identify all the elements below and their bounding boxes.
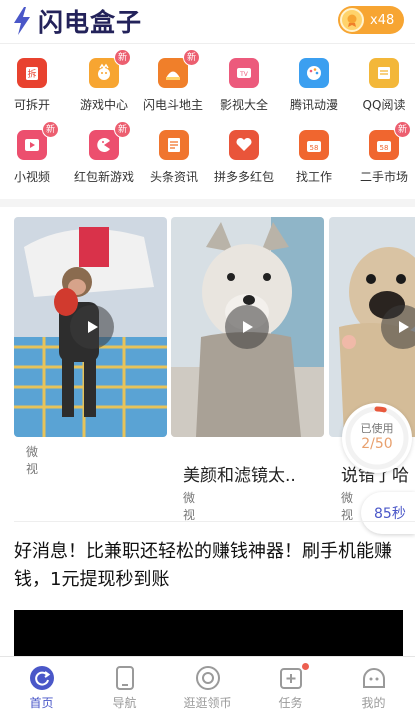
nav-label: 导航 [112,696,137,710]
heart-shopping-icon [229,130,259,160]
usage-progress-badge[interactable]: 已使用 2/50 [342,403,412,473]
app-name: 闪电盒子 [38,8,143,37]
coin-medal-icon [340,8,364,32]
news-headline[interactable]: 好消息！比兼职还轻松的赚钱神器！刷手机能赚钱，1元提现秒到账 [14,538,406,594]
shortcut-second-hand-market[interactable]: 58 新 二手市场 [344,121,415,185]
home-refresh-icon [29,665,55,691]
job-bag-icon: 58 [299,130,329,160]
coin-count: x48 [370,12,395,28]
divider-line [14,521,415,522]
shortcut-label: QQ阅读 [362,98,406,112]
pacman-icon: 新 [89,121,131,160]
palette-icon [299,58,329,88]
new-badge: 新 [114,49,131,66]
nav-browse-coins[interactable]: 逛逛领币 [166,657,249,712]
new-badge: 新 [42,121,59,138]
shortcut-label: 可拆开 [13,98,50,112]
news-image[interactable] [14,610,403,662]
shortcut-label: 红包新游戏 [73,170,134,184]
nav-profile[interactable]: 我的 [332,657,415,712]
market-bag-icon: 58 新 [369,121,411,160]
coin-balance-button[interactable]: x48 [338,6,404,34]
nav-navigation[interactable]: 导航 [83,657,166,712]
video-source: 微视 [341,491,354,522]
play-icon[interactable] [70,305,114,349]
section-divider [0,199,415,207]
video-source: 微视 [183,491,196,522]
gift-box-icon: 拆 [17,58,47,88]
nav-home[interactable]: 首页 [0,657,83,712]
shortcut-headline-news[interactable]: 头条资讯 [134,124,214,185]
shortcut-game-center[interactable]: 新 游戏中心 [64,49,144,113]
nav-label: 任务 [278,696,303,710]
new-badge: 新 [394,121,411,138]
app-header: 闪电盒子 x48 [0,0,415,44]
shortcut-label: 头条资讯 [149,170,198,184]
shortcut-tencent-comics[interactable]: 腾讯动漫 [274,52,354,113]
video-title: 美颜和滤镜太.. [183,466,296,486]
shortcut-gift-box[interactable]: 拆 可拆开 [0,52,72,113]
shortcut-label: 拼多多红包 [213,170,274,184]
shortcut-row-2: 新 小视频 新 红包新游戏 头条资讯 拼多多红包 58 找工作 58 新 二手市… [0,121,415,198]
nav-tasks[interactable]: 任务 [249,657,332,712]
shortcut-label: 影视大全 [219,98,268,112]
coin-browse-icon [195,665,221,691]
nav-label: 逛逛领币 [183,696,232,710]
shortcut-label: 游戏中心 [79,98,128,112]
shortcut-movies[interactable]: TV 影视大全 [204,52,284,113]
usage-label: 已使用 [360,422,394,435]
calendar-task-icon [278,663,309,691]
book-icon [369,58,399,88]
game-mascot-icon: 新 [89,49,131,88]
shortcut-label: 找工作 [295,170,332,184]
shortcut-label: 二手市场 [359,170,408,184]
bottom-navigation: 首页 导航 逛逛领币 任务 我的 [0,656,415,712]
phone-navigation-icon [112,665,138,691]
lightning-bolt-icon [14,7,30,35]
news-document-icon [159,130,189,160]
landlord-hat-icon: 新 [158,49,200,88]
shortcut-row-1: 拆 可拆开 新 游戏中心 新 闪电斗地主 TV 影视大全 腾讯动漫 QQ阅读 [0,49,415,126]
tv-icon: TV [229,58,259,88]
usage-count: 2/50 [361,436,393,452]
nav-label: 我的 [361,696,386,710]
svg-text:TV: TV [239,71,249,78]
play-video-icon: 新 [17,121,59,160]
bag-number: 58 [380,144,389,152]
shortcut-red-packet-game[interactable]: 新 红包新游戏 [64,121,144,185]
shortcut-label: 闪电斗地主 [142,98,203,112]
play-icon[interactable] [225,305,269,349]
bag-number: 58 [310,144,319,152]
new-badge: 新 [114,121,131,138]
notification-dot [301,663,309,670]
profile-face-icon [361,665,387,691]
new-badge: 新 [183,49,200,66]
shortcut-short-video[interactable]: 新 小视频 [0,121,72,185]
shortcut-pinduoduo[interactable]: 拼多多红包 [204,124,284,185]
svg-text:拆: 拆 [27,68,36,80]
nav-label: 首页 [29,696,54,710]
husky-dog-thumbnail[interactable] [171,217,324,437]
shortcut-find-job[interactable]: 58 找工作 [274,124,354,185]
app-logo[interactable]: 闪电盒子 [12,4,142,38]
shortcut-qq-reading[interactable]: QQ阅读 [344,52,415,113]
video-source: 微视 [26,445,39,476]
shortcut-label: 小视频 [13,170,50,184]
countdown-timer[interactable]: 85秒 [361,492,415,534]
shortcut-landlord-game[interactable]: 新 闪电斗地主 [133,49,213,113]
shortcut-label: 腾讯动漫 [289,98,338,112]
monkey-thumbnail[interactable] [14,217,167,437]
